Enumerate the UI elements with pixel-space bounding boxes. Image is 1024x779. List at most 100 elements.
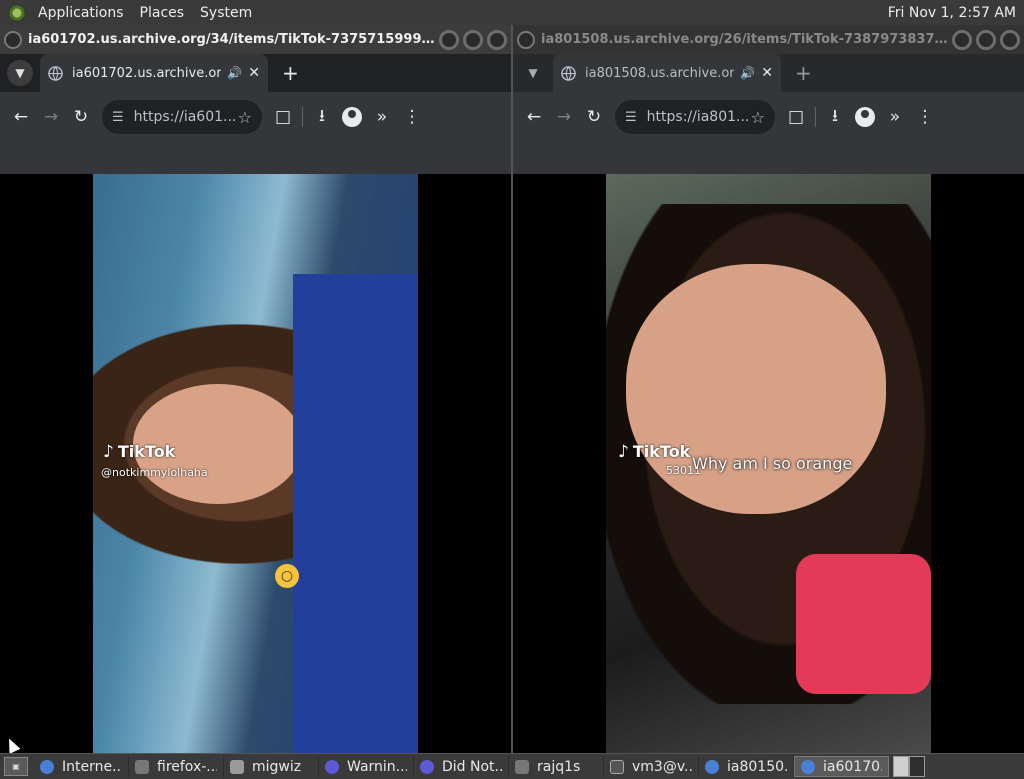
tiktok-brand: TikTok [117,442,176,461]
minimize-button[interactable] [952,29,972,50]
browser-toolbar: ← → ↻ ☰ https://ia601... ☆ □ ⭳ » ⋮ [0,92,511,142]
distro-logo-icon[interactable] [8,3,26,22]
firefox-icon [420,759,434,774]
workspace-2[interactable] [909,756,925,777]
browser-tab[interactable]: ia801508.us.archive.org/ 🔊 ✕ [553,54,781,92]
scream-emoji-icon: ○ [275,564,299,588]
taskbar-item-active[interactable]: ia60170... [794,756,889,777]
window-title: ia601702.us.archive.org/34/items/TikTok-… [28,32,439,47]
taskbar-item[interactable]: rajq1s [509,756,604,777]
taskbar-item[interactable]: Warnin... [319,756,414,777]
close-window-button[interactable] [1000,29,1020,50]
close-tab-icon[interactable]: ✕ [761,65,773,81]
firefox-icon [325,759,339,774]
taskbar: ▣ Interne... firefox-... migwiz Warnin..… [0,753,1024,779]
video-frame-shirt [796,554,931,694]
maximize-button[interactable] [976,29,996,50]
tab-search-button[interactable]: ▼ [7,60,33,86]
url-text: https://ia801... [646,109,750,125]
extensions-icon[interactable]: □ [268,102,298,132]
back-button[interactable]: ← [6,102,36,132]
more-tools-icon[interactable]: » [367,102,397,132]
toolbar-extension-strip [513,142,1024,174]
taskbar-item[interactable]: migwiz [224,756,319,777]
tiktok-username: @notkimmylolhaha [101,466,208,479]
tab-title: ia801508.us.archive.org/ [585,65,735,81]
close-tab-icon[interactable]: ✕ [248,65,260,81]
new-tab-button[interactable]: + [282,61,299,85]
tab-search-button[interactable]: ▼ [520,60,546,86]
window-menu-icon[interactable] [4,30,22,49]
show-desktop-icon[interactable]: ▣ [4,757,28,776]
address-bar[interactable]: ☰ https://ia601... ☆ [102,100,262,134]
chrome-icon [801,759,815,774]
kebab-menu-icon[interactable]: ⋮ [910,102,940,132]
chrome-icon [40,759,54,774]
speaker-icon[interactable]: 🔊 [740,66,755,80]
site-info-icon[interactable]: ☰ [625,110,637,125]
extensions-icon[interactable]: □ [781,102,811,132]
speaker-icon[interactable]: 🔊 [227,66,242,80]
tab-strip: ▼ ia801508.us.archive.org/ 🔊 ✕ + [513,54,1024,92]
site-info-icon[interactable]: ☰ [112,110,124,125]
tiktok-watermark: ♪ TikTok [618,442,690,462]
mouse-cursor-icon [3,736,21,753]
profile-button[interactable] [337,102,367,132]
download-icon[interactable]: ⭳ [820,102,850,132]
browser-window-left: ia601702.us.archive.org/34/items/TikTok-… [0,25,511,753]
taskbar-item[interactable]: Interne... [34,756,129,777]
window-titlebar[interactable]: ia601702.us.archive.org/34/items/TikTok-… [0,25,511,54]
tiktok-brand: TikTok [632,442,691,461]
profile-button[interactable] [850,102,880,132]
tab-title: ia601702.us.archive.org/3 [72,65,222,81]
reload-button[interactable]: ↻ [579,102,609,132]
chevron-down-icon: ▼ [15,66,25,80]
window-menu-icon[interactable] [517,30,535,49]
bookmark-star-icon[interactable]: ☆ [751,108,765,127]
places-menu[interactable]: Places [132,5,193,21]
video-caption: Why am I so orange [692,454,853,473]
download-icon[interactable]: ⭳ [307,102,337,132]
more-tools-icon[interactable]: » [880,102,910,132]
terminal-icon [610,759,624,774]
system-menu[interactable]: System [192,5,260,21]
url-text: https://ia601... [133,109,237,125]
chevron-down-icon: ▼ [528,66,538,80]
terminal-icon [135,759,149,774]
tiktok-video[interactable]: ♪ TikTok 53011 Why am I so orange [606,174,931,753]
workspace-switcher[interactable] [893,756,925,777]
clock[interactable]: Fri Nov 1, 2:57 AM [888,5,1024,21]
back-button[interactable]: ← [519,102,549,132]
window-titlebar[interactable]: ia801508.us.archive.org/26/items/TikTok-… [513,25,1024,54]
kebab-menu-icon[interactable]: ⋮ [397,102,427,132]
taskbar-item[interactable]: firefox-... [129,756,224,777]
forward-button[interactable]: → [549,102,579,132]
bookmark-star-icon[interactable]: ☆ [238,108,252,127]
new-tab-button[interactable]: + [795,61,812,85]
tiktok-note-icon: ♪ [103,442,114,462]
video-frame-face [626,264,886,514]
browser-tab[interactable]: ia601702.us.archive.org/3 🔊 ✕ [40,54,268,92]
tiktok-watermark: ♪ TikTok [103,442,175,462]
taskbar-item[interactable]: vm3@v... [604,756,699,777]
browser-toolbar: ← → ↻ ☰ https://ia801... ☆ □ ⭳ » ⋮ [513,92,1024,142]
maximize-button[interactable] [463,29,483,50]
folder-icon [230,759,244,774]
minimize-button[interactable] [439,29,459,50]
window-title: ia801508.us.archive.org/26/items/TikTok-… [541,32,952,47]
address-bar[interactable]: ☰ https://ia801... ☆ [615,100,775,134]
chrome-icon [705,759,719,774]
tab-strip: ▼ ia601702.us.archive.org/3 🔊 ✕ + [0,54,511,92]
page-content: ♪ TikTok @notkimmylolhaha ○ [0,174,511,753]
globe-icon [48,65,63,81]
close-window-button[interactable] [487,29,507,50]
applications-menu[interactable]: Applications [30,5,132,21]
workspace-1[interactable] [893,756,909,777]
taskbar-item[interactable]: ia80150... [699,756,794,777]
reload-button[interactable]: ↻ [66,102,96,132]
tiktok-video[interactable]: ♪ TikTok @notkimmylolhaha ○ [93,174,418,753]
forward-button[interactable]: → [36,102,66,132]
page-content: ♪ TikTok 53011 Why am I so orange [513,174,1024,753]
browser-window-right: ia801508.us.archive.org/26/items/TikTok-… [513,25,1024,753]
taskbar-item[interactable]: Did Not... [414,756,509,777]
